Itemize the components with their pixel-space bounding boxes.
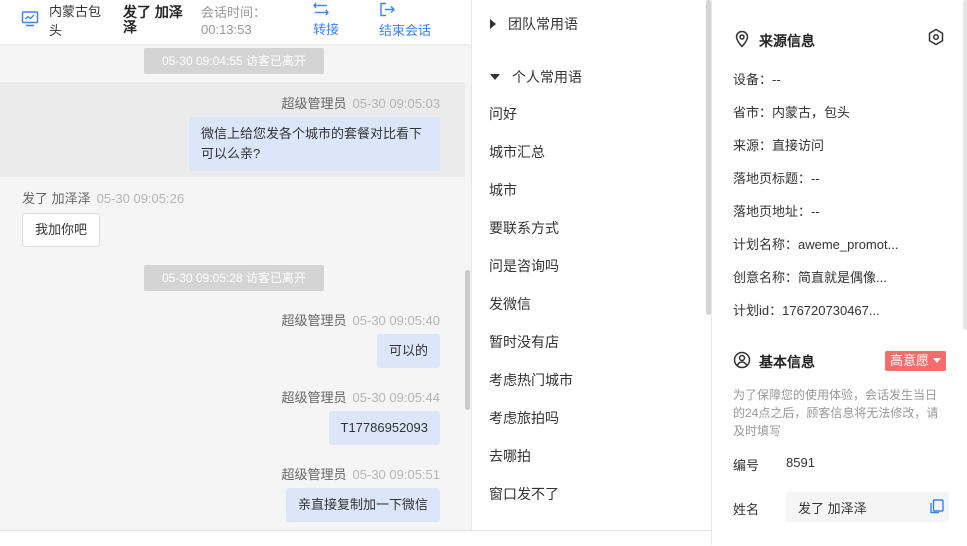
phrase-item[interactable]: 城市 [489,180,517,200]
session-time-label: 会话时间： [201,5,267,20]
intent-level-label: 高意愿 [890,353,930,368]
phrase-item[interactable]: 要联系方式 [489,218,559,238]
edit-notice: 为了保障您的使用体验，会话发生当日的24点之后，顾客信息将无法修改，请及时填写 [733,388,939,438]
message-meta: 超级管理员 05-30 09:05:40 [282,310,440,329]
message-time: 05-30 09:05:03 [352,96,440,111]
phrase-item[interactable]: 问是咨询吗 [489,256,559,276]
message-time: 05-30 09:05:26 [96,191,185,206]
province-info: 省市：内蒙古，包头 [733,105,851,120]
team-phrases-group[interactable]: 团队常用语 [490,14,578,34]
agent-message-bubble: T17786952093 [328,411,440,445]
intent-level-dropdown[interactable]: 高意愿 [885,351,946,371]
message-line: 微信上给您发各个城市的套餐对比看下 [201,126,423,141]
visitor-location: 内蒙古包头 [49,4,102,38]
personal-phrases-title: 个人常用语 [512,69,582,85]
team-phrases-title: 团队常用语 [508,16,578,32]
message-time: 05-30 09:05:40 [352,313,440,328]
name-input[interactable] [786,492,949,522]
visitor-name: 发了 加泽泽 [123,4,183,35]
personal-phrases-group[interactable]: 个人常用语 [490,67,582,87]
message-meta: 超级管理员 05-30 09:05:44 [282,387,440,406]
logout-icon [380,2,395,17]
message-time: 05-30 09:05:44 [352,390,440,405]
user-circle-icon [733,351,751,369]
end-session-label: 结束会话 [379,23,432,38]
message-meta: 发了 加泽泽 05-30 09:05:26 [22,188,184,207]
basic-info-title: 基本信息 [759,354,815,370]
message-time: 05-30 09:05:51 [352,467,440,482]
session-time-value: 00:13:53 [201,22,252,37]
system-notice: 05-30 09:05:28 访客已离开 [144,265,324,291]
visitor-message-bubble: 我加你吧 [22,213,101,247]
id-value: 8591 [786,455,815,470]
phrase-item[interactable]: 去哪拍 [489,446,531,466]
transfer-label: 转接 [313,22,340,37]
phrase-item[interactable]: 发微信 [489,294,531,314]
copy-icon[interactable] [930,499,944,514]
phrase-item[interactable]: 暂时没有店 [489,332,559,352]
agent-message-bubble: 微信上给您发各个城市的套餐对比看下 可以么亲? [189,117,440,171]
phrase-item[interactable]: 考虑旅拍吗 [489,408,559,428]
phrase-item[interactable]: 窗口发不了 [489,484,559,504]
caret-right-icon [490,19,496,29]
message-sender: 超级管理员 [281,313,347,328]
id-label: 编号 [733,458,760,473]
message-meta: 超级管理员 05-30 09:05:51 [282,464,440,483]
agent-message-bubble: 可以的 [376,334,440,368]
chat-scrollbar[interactable] [465,270,470,410]
source-info-title: 来源信息 [759,33,815,49]
message-sender: 发了 加泽泽 [22,191,91,206]
message-sender: 超级管理员 [281,96,347,111]
phrase-item[interactable]: 问好 [489,104,517,124]
creative-name-info: 创意名称：简直就是偶像... [733,270,887,285]
plan-id-info: 计划id：176720730467... [733,303,880,318]
message-sender: 超级管理员 [281,467,347,482]
monitor-icon [21,11,39,27]
source-info: 来源：直接访问 [733,138,825,153]
visitor-info-panel: 来源信息 设备：-- 省市：内蒙古，包头 来源：直接访问 落地页标题：-- 落地… [711,0,967,545]
phrase-item[interactable]: 城市汇总 [489,142,545,162]
chat-panel: 内蒙古包头 发了 加泽泽 会话时间： 00:13:53 转接 结束会话 05-3… [0,0,471,545]
system-notice: 05-30 09:04:55 访客已离开 [144,48,324,74]
phrase-item[interactable]: 考虑热门城市 [489,370,573,390]
transfer-button[interactable]: 转接 [313,2,339,38]
name-label: 姓名 [733,502,760,517]
chat-input-toolbar [0,530,711,546]
device-info: 设备：-- [733,72,781,87]
transfer-icon [313,2,329,16]
location-pin-icon [735,30,749,48]
message-meta: 超级管理员 05-30 09:05:03 [282,93,440,112]
landing-url-info: 落地页地址：-- [733,204,820,219]
message-line: 可以么亲? [201,146,261,161]
message-sender: 超级管理员 [281,390,347,405]
caret-down-icon [933,358,942,363]
info-scrollbar[interactable] [963,0,967,330]
common-phrases-panel: 团队常用语 个人常用语 问好 城市汇总 城市 要联系方式 问是咨询吗 发微信 暂… [471,0,712,530]
plan-name-info: 计划名称：aweme_promot... [733,237,899,252]
settings-icon[interactable] [927,28,945,46]
caret-down-icon [490,74,500,80]
chat-header: 内蒙古包头 发了 加泽泽 会话时间： 00:13:53 转接 结束会话 [0,0,471,44]
landing-title-info: 落地页标题：-- [733,171,820,186]
end-session-button[interactable]: 结束会话 [379,2,431,39]
agent-message-bubble: 亲直接复制加一下微信 [285,488,440,522]
